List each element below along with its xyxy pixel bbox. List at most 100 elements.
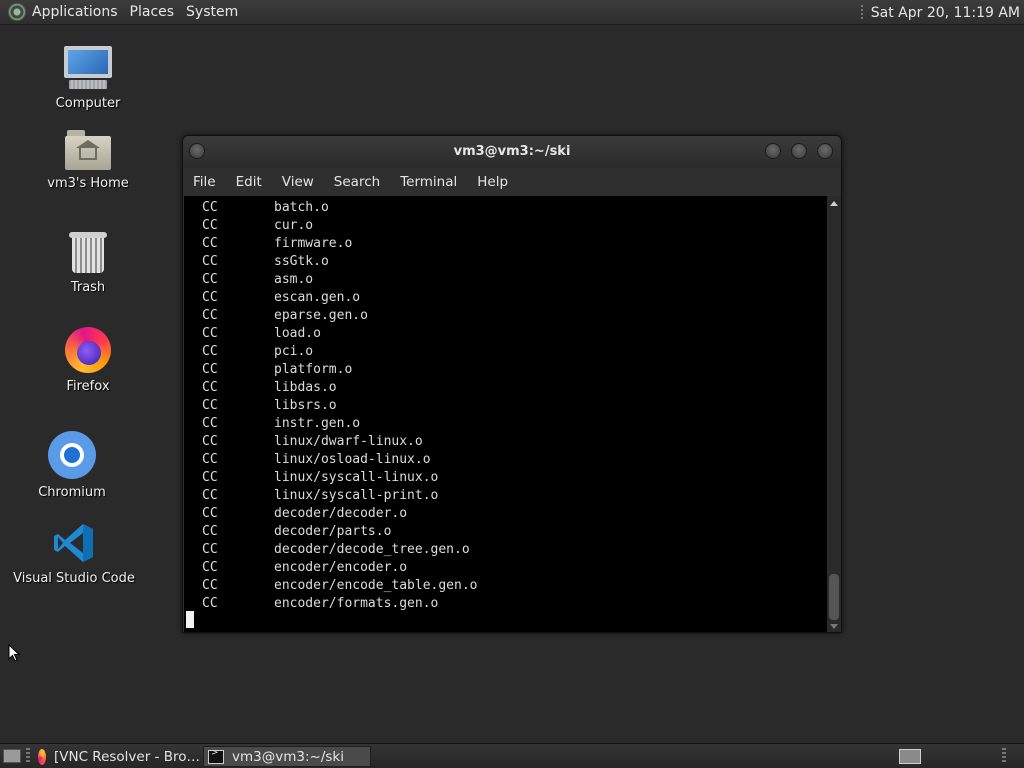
menu-view[interactable]: View xyxy=(272,174,324,190)
computer-icon xyxy=(63,46,113,90)
desktop-icon-firefox[interactable]: Firefox xyxy=(23,327,153,394)
menu-edit[interactable]: Edit xyxy=(226,174,272,190)
terminal-line-file: asm.o xyxy=(274,272,314,287)
system-menu[interactable]: System xyxy=(186,4,246,20)
terminal-line: CC decoder/parts.o xyxy=(202,524,391,542)
terminal-line-command: CC xyxy=(202,506,218,521)
terminal-line: CC platform.o xyxy=(202,362,352,380)
desktop-icon-label: Visual Studio Code xyxy=(13,571,135,586)
desktop-icon-chromium[interactable]: Chromium xyxy=(7,431,137,500)
workspace-switcher[interactable] xyxy=(899,749,921,764)
taskbar-item-terminal[interactable]: vm3@vm3:~/ski xyxy=(203,746,371,767)
taskbar-item-label: vm3@vm3:~/ski xyxy=(232,748,344,765)
terminal-line: CC batch.o xyxy=(202,200,329,218)
scroll-up-arrow-icon[interactable] xyxy=(830,201,838,206)
terminal-line-file: linux/syscall-print.o xyxy=(274,488,439,503)
terminal-line: CC decoder/decode_tree.gen.o xyxy=(202,542,470,560)
terminal-line-command: CC xyxy=(202,218,218,233)
places-menu[interactable]: Places xyxy=(130,4,183,20)
vscode-icon xyxy=(52,521,96,565)
desktop-icon-label: Chromium xyxy=(38,485,106,500)
scroll-down-arrow-icon[interactable] xyxy=(830,624,838,629)
terminal-line-file: batch.o xyxy=(274,200,329,215)
distro-logo-icon[interactable] xyxy=(8,3,26,21)
terminal-line-command: CC xyxy=(202,488,218,503)
terminal-line: CC decoder/decoder.o xyxy=(202,506,407,524)
menu-terminal[interactable]: Terminal xyxy=(390,174,467,190)
terminal-icon xyxy=(208,748,224,764)
terminal-line-command: CC xyxy=(202,542,218,557)
taskbar-item-browser[interactable]: [VNC Resolver - Bro… xyxy=(34,746,200,767)
terminal-line-command: CC xyxy=(202,200,218,215)
terminal-line: CC escan.gen.o xyxy=(202,290,360,308)
top-panel: Applications Places System Sat Apr 20, 1… xyxy=(0,0,1024,25)
applications-menu[interactable]: Applications xyxy=(32,4,126,20)
terminal-line-command: CC xyxy=(202,416,218,431)
panel-handle xyxy=(26,748,30,764)
terminal-line-file: instr.gen.o xyxy=(274,416,361,431)
bottom-panel: [VNC Resolver - Bro… vm3@vm3:~/ski xyxy=(0,743,1024,768)
terminal-line-file: ssGtk.o xyxy=(274,254,329,269)
terminal-line-command: CC xyxy=(202,452,218,467)
window-titlebar[interactable]: vm3@vm3:~/ski xyxy=(183,136,841,168)
firefox-icon xyxy=(38,748,46,765)
show-desktop-icon[interactable] xyxy=(3,749,21,763)
terminal-line: CC libdas.o xyxy=(202,380,337,398)
taskbar-item-label: [VNC Resolver - Bro… xyxy=(53,748,200,765)
terminal-line: CC asm.o xyxy=(202,272,313,290)
terminal-line-file: cur.o xyxy=(274,218,314,233)
terminal-line-command: CC xyxy=(202,470,218,485)
clock[interactable]: Sat Apr 20, 11:19 AM xyxy=(860,0,1024,25)
terminal-line-file: escan.gen.o xyxy=(274,290,361,305)
clock-label[interactable]: Sat Apr 20, 11:19 AM xyxy=(871,5,1020,21)
terminal-line-command: CC xyxy=(202,326,218,341)
home-folder-icon xyxy=(65,130,111,170)
desktop-icon-vscode[interactable]: Visual Studio Code xyxy=(9,521,139,586)
menu-file[interactable]: File xyxy=(183,174,226,190)
chromium-icon xyxy=(48,431,96,479)
terminal-line: CC linux/dwarf-linux.o xyxy=(202,434,423,452)
panel-separator xyxy=(860,4,863,21)
terminal-line-command: CC xyxy=(202,344,218,359)
desktop-icon-home[interactable]: vm3's Home xyxy=(23,130,153,191)
terminal-line-file: linux/osload-linux.o xyxy=(274,452,431,467)
terminal-line-file: encoder/encoder.o xyxy=(274,560,408,575)
terminal-line-file: pci.o xyxy=(274,344,314,359)
maximize-button[interactable] xyxy=(791,143,807,159)
terminal-line: CC ssGtk.o xyxy=(202,254,329,272)
minimize-button[interactable] xyxy=(765,143,781,159)
terminal-cursor xyxy=(186,611,194,628)
menu-search[interactable]: Search xyxy=(324,174,390,190)
terminal-line-file: load.o xyxy=(274,326,321,341)
panel-handle xyxy=(1002,748,1006,764)
terminal-line-command: CC xyxy=(202,596,218,611)
terminal-line: CC pci.o xyxy=(202,344,313,362)
terminal-line-command: CC xyxy=(202,398,218,413)
terminal-line: CC load.o xyxy=(202,326,321,344)
terminal-line-command: CC xyxy=(202,290,218,305)
terminal-line-file: decoder/decoder.o xyxy=(274,506,408,521)
desktop-icon-trash[interactable]: Trash xyxy=(23,230,153,295)
desktop-icon-label: Trash xyxy=(70,280,106,295)
menu-help[interactable]: Help xyxy=(467,174,518,190)
terminal-line-file: libsrs.o xyxy=(274,398,337,413)
terminal-line: CC encoder/formats.gen.o xyxy=(202,596,438,614)
terminal-line: CC encoder/encoder.o xyxy=(202,560,407,578)
terminal-line: CC linux/osload-linux.o xyxy=(202,452,431,470)
terminal-scrollbar[interactable] xyxy=(827,196,841,632)
terminal-line: CC linux/syscall-print.o xyxy=(202,488,438,506)
scrollbar-thumb[interactable] xyxy=(829,574,839,620)
terminal-line-command: CC xyxy=(202,578,218,593)
desktop-icon-computer[interactable]: Computer xyxy=(23,46,153,111)
terminal-line: CC eparse.gen.o xyxy=(202,308,368,326)
terminal-line-command: CC xyxy=(202,434,218,449)
terminal-line-command: CC xyxy=(202,380,218,395)
terminal-output[interactable]: CC batch.o CC cur.o CC firmware.o CC ssGtk.o CC a… xyxy=(184,196,827,632)
terminal-line-file: encoder/formats.gen.o xyxy=(274,596,439,611)
terminal-line: CC cur.o xyxy=(202,218,313,236)
window-title: vm3@vm3:~/ski xyxy=(453,144,571,159)
close-button[interactable] xyxy=(817,143,833,159)
terminal-line-file: decoder/decode_tree.gen.o xyxy=(274,542,470,557)
trash-icon xyxy=(69,230,107,274)
terminal-window[interactable]: vm3@vm3:~/ski File Edit View Search Term… xyxy=(182,135,842,633)
